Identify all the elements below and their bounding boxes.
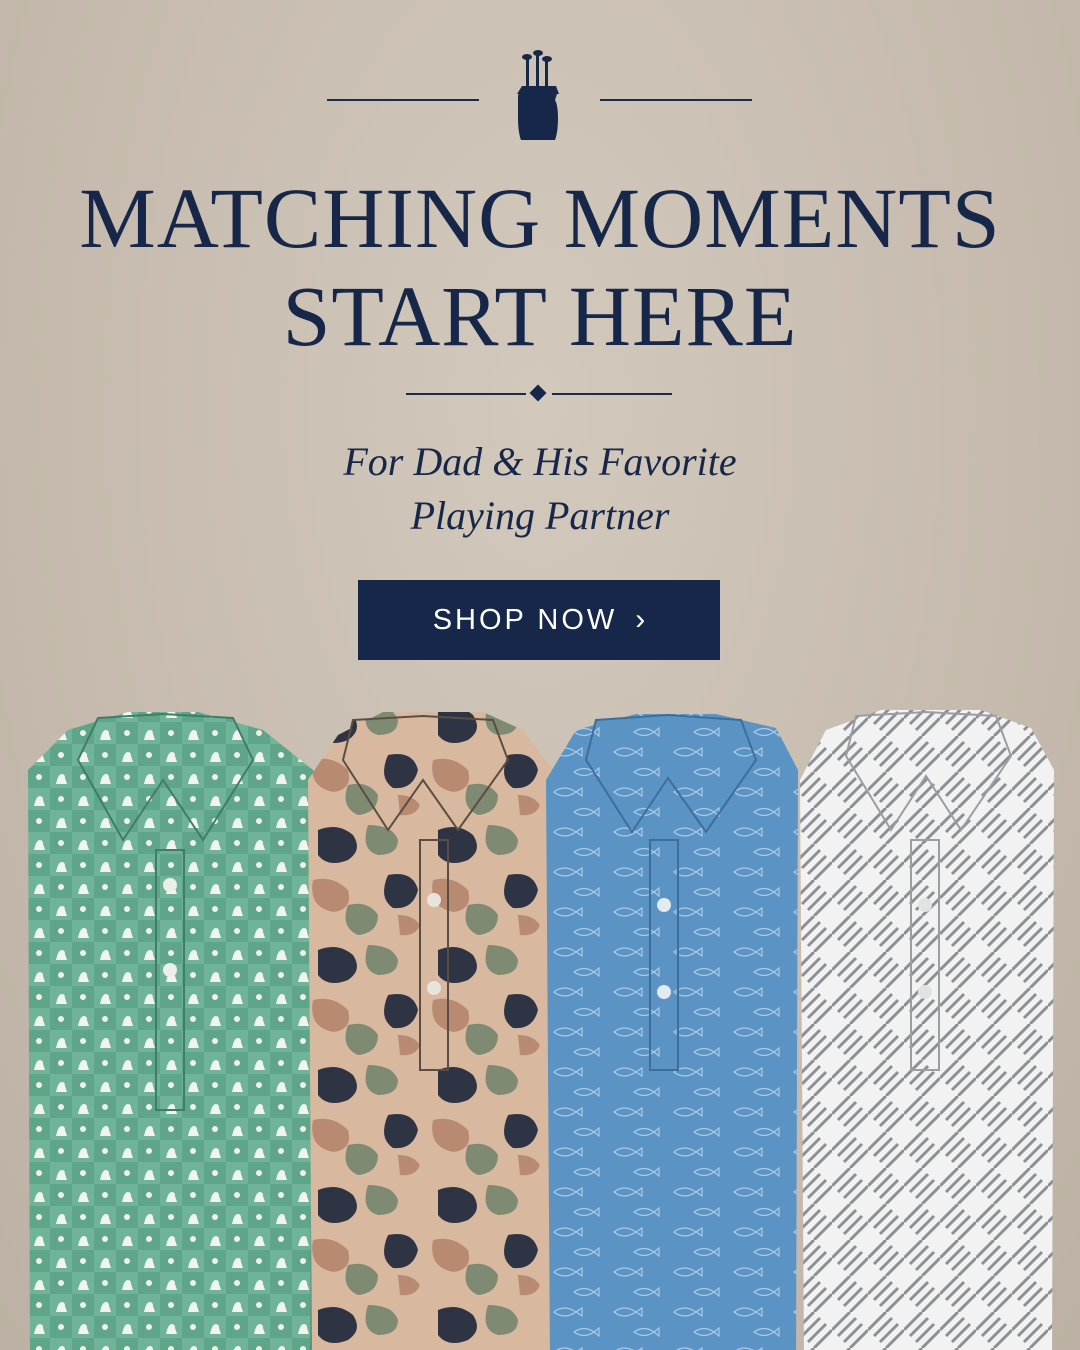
camo-polo-shirt[interactable] bbox=[308, 700, 558, 1350]
golf-bag-icon bbox=[517, 50, 559, 140]
top-right-rule bbox=[600, 99, 752, 101]
divider-left-rule bbox=[406, 393, 526, 395]
top-left-rule bbox=[327, 99, 479, 101]
white-herringbone-polo-shirt[interactable] bbox=[796, 700, 1058, 1350]
blue-fish-polo-shirt[interactable] bbox=[546, 700, 802, 1350]
chevron-right-icon: › bbox=[635, 603, 646, 636]
shop-now-button[interactable]: SHOP NOW › bbox=[358, 580, 720, 660]
divider-right-rule bbox=[552, 393, 672, 395]
shop-now-label: SHOP NOW bbox=[432, 603, 618, 636]
subheading-line-1: For Dad & His Favorite bbox=[343, 439, 737, 484]
subheading-line-2: Playing Partner bbox=[410, 493, 670, 538]
diamond-icon bbox=[529, 384, 547, 402]
headline-line-1: MATCHING MOMENTS bbox=[79, 170, 1001, 266]
promo-banner: MATCHING MOMENTS START HERE For Dad & Hi… bbox=[0, 0, 1080, 1350]
headline-line-2: START HERE bbox=[282, 268, 798, 364]
green-dog-polo-shirt[interactable] bbox=[28, 700, 328, 1350]
